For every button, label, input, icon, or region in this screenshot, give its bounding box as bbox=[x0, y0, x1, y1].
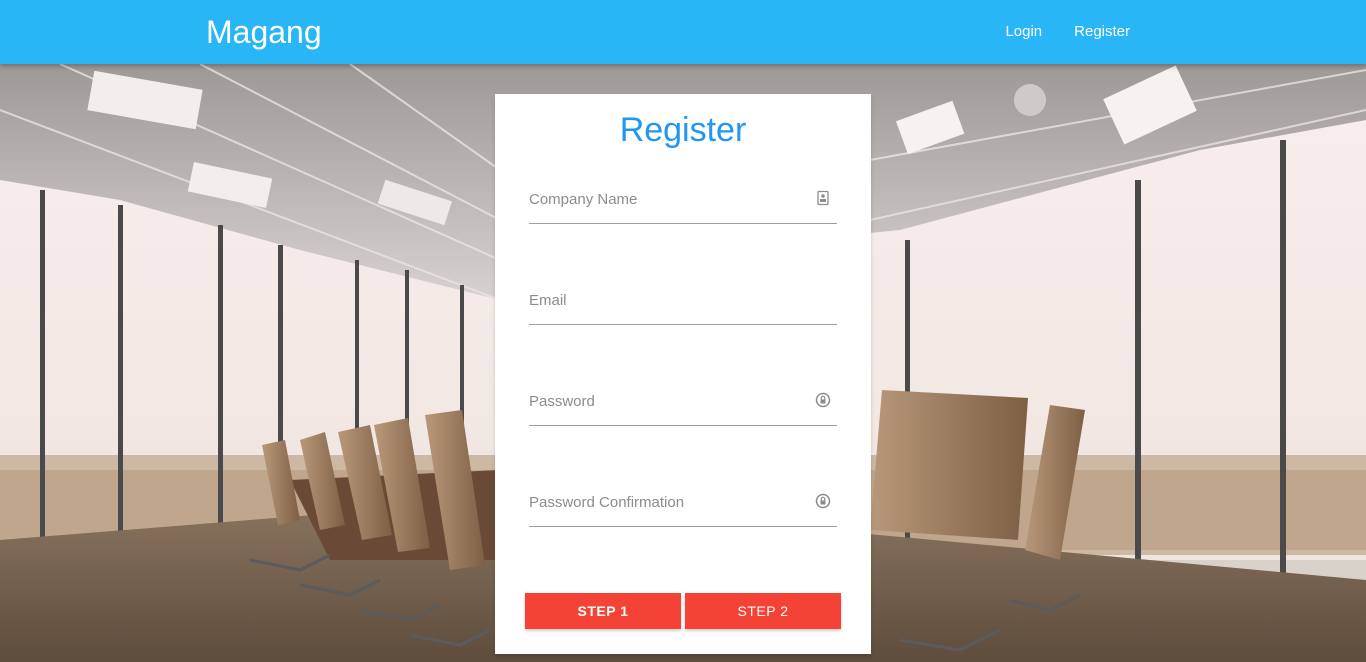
password-confirmation-field bbox=[529, 479, 837, 527]
email-input[interactable] bbox=[529, 277, 809, 323]
brand-logo[interactable]: Magang bbox=[206, 12, 322, 52]
email-underline bbox=[529, 324, 837, 325]
navbar: Magang Login Register bbox=[0, 0, 1366, 64]
nav-link-login[interactable]: Login bbox=[989, 0, 1058, 64]
company-name-input[interactable] bbox=[529, 176, 809, 222]
password-field bbox=[529, 378, 837, 426]
company-name-underline bbox=[529, 223, 837, 224]
password-confirmation-input[interactable] bbox=[529, 479, 809, 525]
register-card: Register STEP 1 STEP 2 bbox=[495, 94, 871, 654]
lock-icon bbox=[815, 392, 831, 408]
password-underline bbox=[529, 425, 837, 426]
lock-icon bbox=[815, 493, 831, 509]
step-2-button[interactable]: STEP 2 bbox=[685, 593, 841, 629]
step-1-button[interactable]: STEP 1 bbox=[525, 593, 681, 629]
nav-link-register[interactable]: Register bbox=[1058, 0, 1146, 64]
nav-links: Login Register bbox=[989, 0, 1146, 64]
password-confirmation-underline bbox=[529, 526, 837, 527]
password-input[interactable] bbox=[529, 378, 809, 424]
form-title: Register bbox=[619, 111, 747, 149]
id-card-icon bbox=[817, 190, 829, 206]
company-name-field bbox=[529, 176, 837, 224]
email-field bbox=[529, 277, 837, 325]
